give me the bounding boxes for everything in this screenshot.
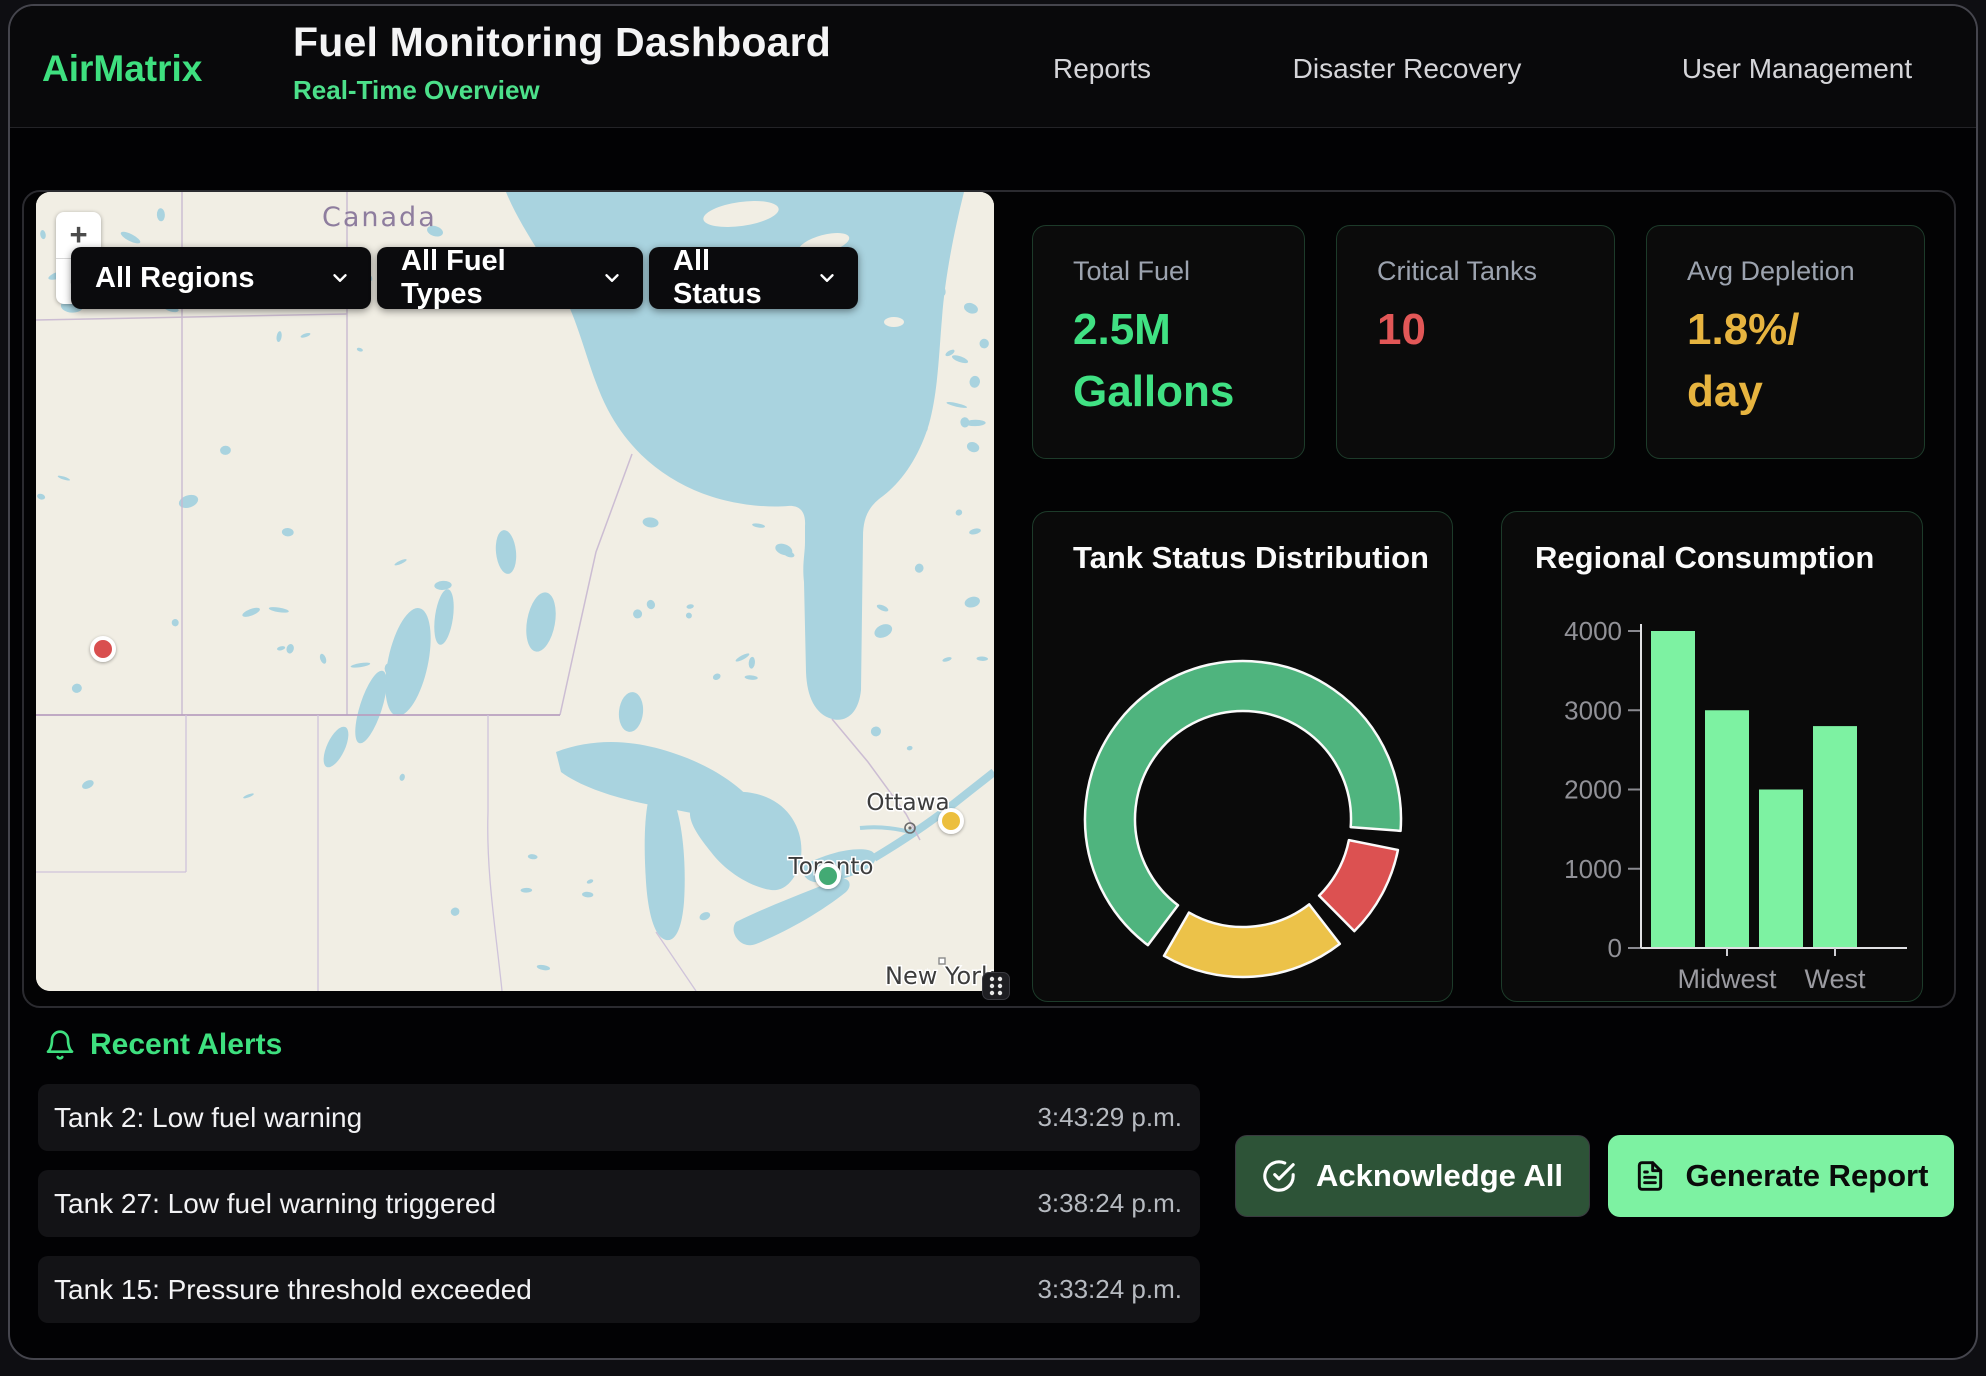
fuel-map[interactable]: Canada Ottawa Toronto New York + − All R… xyxy=(36,192,994,991)
region-filter-dropdown[interactable]: All Regions xyxy=(71,247,371,309)
alert-timestamp: 3:43:29 p.m. xyxy=(1037,1102,1182,1133)
donut-segment-warning xyxy=(1164,904,1340,977)
y-axis-tick-label: 3000 xyxy=(1564,695,1622,725)
stat-value-line: 10 xyxy=(1377,299,1614,361)
stat-value: 10 xyxy=(1377,299,1614,361)
bar-0 xyxy=(1651,631,1695,948)
regional-consumption-card: Regional Consumption 01000200030004000Mi… xyxy=(1501,511,1923,1002)
stat-value-line: day xyxy=(1687,361,1924,423)
map-resize-handle[interactable] xyxy=(982,972,1010,1000)
generate-report-label: Generate Report xyxy=(1686,1158,1929,1194)
stat-value: 1.8%/ day xyxy=(1687,299,1924,424)
stat-label: Critical Tanks xyxy=(1377,256,1614,287)
fuel-monitoring-dashboard: AirMatrix Fuel Monitoring Dashboard Real… xyxy=(0,0,1986,1376)
x-axis-tick-label: West xyxy=(1804,964,1866,994)
page-subtitle: Real-Time Overview xyxy=(293,75,831,106)
acknowledge-all-label: Acknowledge All xyxy=(1316,1158,1563,1194)
region-filter-value: All Regions xyxy=(95,262,255,295)
marker-critical[interactable] xyxy=(90,636,116,662)
alert-text: Tank 15: Pressure threshold exceeded xyxy=(54,1274,532,1306)
bar-2 xyxy=(1759,790,1803,949)
y-axis-tick-label: 0 xyxy=(1608,933,1622,963)
marker-normal[interactable] xyxy=(815,863,841,889)
bell-icon xyxy=(44,1029,76,1061)
stat-value: 2.5M Gallons xyxy=(1073,299,1304,424)
page-title: Fuel Monitoring Dashboard xyxy=(293,19,831,66)
nav-item-disaster-recovery[interactable]: Disaster Recovery xyxy=(1293,53,1522,85)
y-axis-tick-label: 2000 xyxy=(1564,775,1622,805)
alert-row[interactable]: Tank 15: Pressure threshold exceeded 3:3… xyxy=(38,1256,1200,1323)
stat-value-line: 2.5M xyxy=(1073,299,1304,361)
recent-alerts-heading: Recent Alerts xyxy=(44,1028,282,1062)
status-filter-value: All Status xyxy=(673,245,800,311)
y-axis-tick-label: 4000 xyxy=(1564,616,1622,646)
tank-status-donut-chart xyxy=(1033,512,1454,1003)
alert-timestamp: 3:38:24 p.m. xyxy=(1037,1188,1182,1219)
drag-dots-icon xyxy=(988,975,1004,997)
header: AirMatrix Fuel Monitoring Dashboard Real… xyxy=(10,6,1976,128)
x-axis-tick-label: Midwest xyxy=(1677,964,1777,994)
alert-timestamp: 3:33:24 p.m. xyxy=(1037,1274,1182,1305)
stat-card-avg-depletion: Avg Depletion 1.8%/ day xyxy=(1646,225,1925,459)
alert-text: Tank 27: Low fuel warning triggered xyxy=(54,1188,496,1220)
chevron-down-icon xyxy=(601,267,623,289)
bar-3 xyxy=(1813,726,1857,948)
nav-item-user-management[interactable]: User Management xyxy=(1682,53,1912,85)
alert-row[interactable]: Tank 2: Low fuel warning 3:43:29 p.m. xyxy=(38,1084,1200,1151)
fuel-type-filter-dropdown[interactable]: All Fuel Types xyxy=(377,247,643,309)
generate-report-button[interactable]: Generate Report xyxy=(1608,1135,1954,1217)
bar-1 xyxy=(1705,710,1749,948)
stat-value-line: Gallons xyxy=(1073,361,1304,423)
check-circle-icon xyxy=(1262,1159,1296,1193)
y-axis-tick-label: 1000 xyxy=(1564,854,1622,884)
map-label-ottawa: Ottawa xyxy=(866,790,949,816)
chevron-down-icon xyxy=(816,267,838,289)
map-label-new-york: New York xyxy=(885,962,994,990)
map-label-canada: Canada xyxy=(322,202,437,233)
recent-alerts-title: Recent Alerts xyxy=(90,1028,282,1062)
chevron-down-icon xyxy=(329,267,351,289)
stat-value-line: 1.8%/ xyxy=(1687,299,1924,361)
stat-label: Total Fuel xyxy=(1073,256,1304,287)
marker-warning[interactable] xyxy=(938,808,964,834)
map-canvas: Canada Ottawa Toronto New York xyxy=(36,192,994,991)
alert-text: Tank 2: Low fuel warning xyxy=(54,1102,362,1134)
stat-card-total-fuel: Total Fuel 2.5M Gallons xyxy=(1032,225,1305,459)
regional-consumption-bar-chart: 0 1000 2000 3000 4000 Midwest West xyxy=(1502,512,1924,1003)
file-text-icon xyxy=(1634,1160,1666,1192)
stat-label: Avg Depletion xyxy=(1687,256,1924,287)
acknowledge-all-button[interactable]: Acknowledge All xyxy=(1235,1135,1590,1217)
map-filters: All Regions All Fuel Types All Status xyxy=(71,247,858,309)
brand-logo: AirMatrix xyxy=(42,48,202,90)
nav-item-reports[interactable]: Reports xyxy=(1053,53,1151,85)
stat-card-critical-tanks: Critical Tanks 10 xyxy=(1336,225,1615,459)
status-filter-dropdown[interactable]: All Status xyxy=(649,247,858,309)
title-block: Fuel Monitoring Dashboard Real-Time Over… xyxy=(293,19,831,106)
fuel-type-filter-value: All Fuel Types xyxy=(401,245,585,311)
alert-row[interactable]: Tank 27: Low fuel warning triggered 3:38… xyxy=(38,1170,1200,1237)
donut-segment-critical xyxy=(1319,840,1398,931)
tank-status-distribution-card: Tank Status Distribution xyxy=(1032,511,1453,1002)
